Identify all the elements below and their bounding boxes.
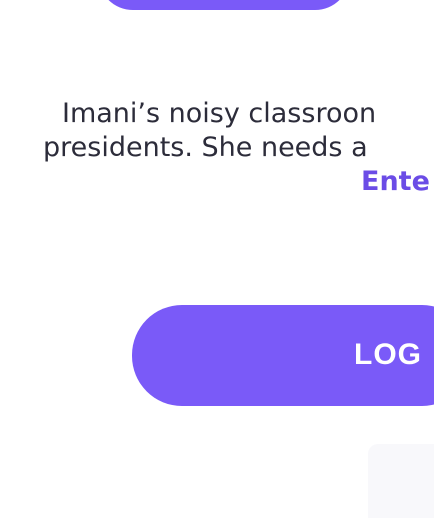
- login-button[interactable]: LOG: [132, 305, 434, 406]
- top-action-button[interactable]: [98, 0, 350, 10]
- login-button-label: LOG: [354, 338, 422, 371]
- corner-panel: [368, 444, 434, 518]
- story-highlight: Ente: [361, 166, 430, 197]
- page: Imani’s noisy classroon presidents. She …: [0, 0, 434, 518]
- story-line-1: Imani’s noisy classroon: [62, 98, 377, 129]
- story-text: Imani’s noisy classroon presidents. She …: [0, 93, 434, 203]
- story-line-2: presidents. She needs a: [43, 132, 368, 163]
